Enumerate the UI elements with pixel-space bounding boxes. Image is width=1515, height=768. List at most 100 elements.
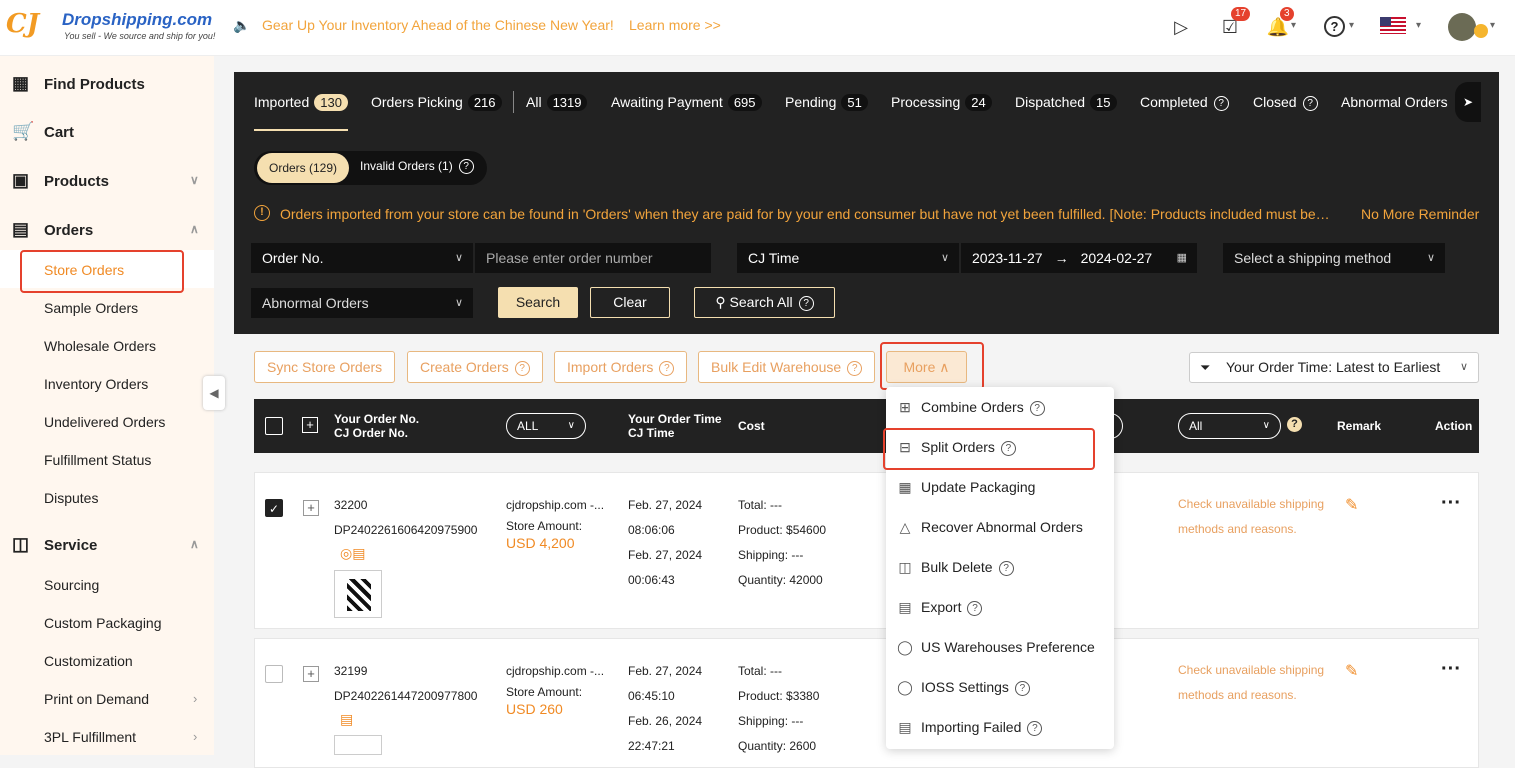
help-icon[interactable]: ? xyxy=(1303,96,1318,111)
search-button[interactable]: Search xyxy=(498,287,578,318)
tab-awaiting-payment[interactable]: Awaiting Payment695 xyxy=(611,94,762,110)
cj-order-no[interactable]: DP2402261606420975900 xyxy=(334,523,477,537)
sidebar-find-products[interactable]: ▦Find Products xyxy=(0,65,214,105)
sidebar-item-fulfillment-status[interactable]: Fulfillment Status xyxy=(44,452,151,468)
expand-row-button[interactable]: + xyxy=(303,666,319,682)
select-all-checkbox[interactable] xyxy=(265,417,283,435)
menu-item-export[interactable]: ▤Export? xyxy=(896,599,982,616)
menu-item-us-warehouses-preference[interactable]: ◯US Warehouses Preference xyxy=(896,639,1095,656)
announcement-text[interactable]: Gear Up Your Inventory Ahead of the Chin… xyxy=(262,17,614,33)
product-thumbnail[interactable] xyxy=(334,735,382,755)
tab-completed[interactable]: Completed? xyxy=(1140,94,1229,111)
search-all-button[interactable]: ⚲ Search All? xyxy=(694,287,835,318)
check-shipping-link[interactable]: Check unavailable shippingmethods and re… xyxy=(1178,658,1324,708)
help-icon[interactable]: ? xyxy=(1214,96,1229,111)
help-icon[interactable]: ? xyxy=(1027,721,1042,736)
help-icon[interactable]: ? xyxy=(1324,16,1345,37)
sidebar-item-print-on-demand[interactable]: Print on Demand xyxy=(44,691,149,707)
language-chevron-icon[interactable]: ▾ xyxy=(1416,20,1421,31)
create-orders-button[interactable]: Create Orders? xyxy=(407,351,543,383)
us-flag-icon[interactable] xyxy=(1380,17,1406,34)
menu-item-combine-orders[interactable]: ⊞Combine Orders? xyxy=(896,399,1045,416)
edit-remark-icon[interactable]: ✎ xyxy=(1345,495,1358,515)
brand-logo-mark[interactable]: CJ xyxy=(6,9,39,39)
tab-closed[interactable]: Closed? xyxy=(1253,94,1318,111)
tab-processing[interactable]: Processing24 xyxy=(891,94,992,110)
expand-row-button[interactable]: + xyxy=(303,500,319,516)
more-actions-icon[interactable]: ··· xyxy=(1441,658,1461,681)
help-icon[interactable]: ? xyxy=(459,159,474,174)
import-orders-button[interactable]: Import Orders? xyxy=(554,351,687,383)
store-filter-select[interactable]: ALL∨ xyxy=(506,413,586,439)
sidebar-item-disputes[interactable]: Disputes xyxy=(44,490,98,506)
help-icon[interactable]: ? xyxy=(1015,681,1030,696)
help-icon[interactable]: ? xyxy=(847,361,862,376)
sync-store-orders-button[interactable]: Sync Store Orders xyxy=(254,351,395,383)
subtab-orders[interactable]: Orders (129) xyxy=(257,153,349,183)
sidebar-item-inventory-orders[interactable]: Inventory Orders xyxy=(44,376,148,392)
cj-order-no[interactable]: DP2402261447200977800 xyxy=(334,689,477,703)
tab-dispatched[interactable]: Dispatched15 xyxy=(1015,94,1117,110)
help-icon[interactable]: ? xyxy=(967,601,982,616)
sidebar-service[interactable]: ◫Service∧ xyxy=(0,526,214,566)
row-checkbox[interactable] xyxy=(265,665,283,683)
sidebar-item-sourcing[interactable]: Sourcing xyxy=(44,577,99,593)
check-shipping-link[interactable]: Check unavailable shippingmethods and re… xyxy=(1178,492,1324,542)
tab-all[interactable]: All1319 xyxy=(526,94,587,110)
menu-item-ioss-settings[interactable]: ◯IOSS Settings? xyxy=(896,679,1030,696)
help-icon[interactable]: ? xyxy=(799,296,814,311)
tab-imported[interactable]: Imported130 xyxy=(254,94,348,110)
tabs-scroll-right-icon[interactable]: ➤ xyxy=(1455,82,1481,122)
sort-select[interactable]: ⏷Your Order Time: Latest to Earliest∨ xyxy=(1189,352,1479,383)
tab-orders-picking[interactable]: Orders Picking216 xyxy=(371,94,502,110)
order-type-select[interactable]: Order No.∨ xyxy=(251,243,473,273)
store-name[interactable]: cjdropship.com -... xyxy=(506,664,604,678)
abnormal-status-select[interactable]: Abnormal Orders∨ xyxy=(251,288,473,318)
menu-item-update-packaging[interactable]: ▦Update Packaging xyxy=(896,479,1035,496)
store-name[interactable]: cjdropship.com -... xyxy=(506,498,604,512)
order-no[interactable]: 32199 xyxy=(334,664,367,678)
row-checkbox[interactable]: ✓ xyxy=(265,499,283,517)
tab-abnormal-orders[interactable]: Abnormal Orders xyxy=(1341,94,1448,110)
no-more-reminder-link[interactable]: No More Reminder xyxy=(1361,206,1479,222)
bulk-edit-warehouse-button[interactable]: Bulk Edit Warehouse? xyxy=(698,351,875,383)
sidebar-item-customization[interactable]: Customization xyxy=(44,653,133,669)
sidebar-collapse-button[interactable]: ◀ xyxy=(203,376,225,410)
help-icon[interactable]: ? xyxy=(1287,417,1302,432)
sidebar-item-custom-packaging[interactable]: Custom Packaging xyxy=(44,615,162,631)
avatar-chevron-icon[interactable]: ▾ xyxy=(1490,20,1495,31)
sidebar-item-sample-orders[interactable]: Sample Orders xyxy=(44,300,138,316)
video-icon[interactable]: ▷ xyxy=(1169,15,1193,39)
product-thumbnail[interactable] xyxy=(334,570,382,618)
order-no[interactable]: 32200 xyxy=(334,498,367,512)
menu-item-recover-abnormal-orders[interactable]: △Recover Abnormal Orders xyxy=(896,519,1083,536)
edit-remark-icon[interactable]: ✎ xyxy=(1345,661,1358,681)
sidebar-item-3pl-fulfillment[interactable]: 3PL Fulfillment xyxy=(44,729,136,745)
menu-item-importing-failed[interactable]: ▤Importing Failed? xyxy=(896,719,1042,736)
clear-button[interactable]: Clear xyxy=(590,287,670,318)
help-chevron-icon[interactable]: ▾ xyxy=(1349,20,1354,31)
expand-all-button[interactable]: + xyxy=(302,417,318,433)
sidebar-cart[interactable]: 🛒Cart xyxy=(0,113,214,153)
help-icon[interactable]: ? xyxy=(515,361,530,376)
brand-name[interactable]: Dropshipping.com xyxy=(62,10,212,30)
shipping-method-select[interactable]: Select a shipping method∨ xyxy=(1223,243,1445,273)
avatar[interactable] xyxy=(1448,13,1476,41)
sidebar-orders[interactable]: ▤Orders∧ xyxy=(0,211,214,251)
sidebar-item-wholesale-orders[interactable]: Wholesale Orders xyxy=(44,338,156,354)
bell-dropdown-chevron-icon[interactable]: ▾ xyxy=(1291,20,1296,31)
date-range-picker[interactable]: 2023-11-27→2024-02-27▦ xyxy=(961,243,1197,273)
help-icon[interactable]: ? xyxy=(999,561,1014,576)
more-actions-icon[interactable]: ··· xyxy=(1441,492,1461,515)
tab-pending[interactable]: Pending51 xyxy=(785,94,868,110)
help-icon[interactable]: ? xyxy=(1030,401,1045,416)
order-number-input[interactable]: Please enter order number xyxy=(475,243,711,273)
sidebar-item-undelivered-orders[interactable]: Undelivered Orders xyxy=(44,414,165,430)
help-icon[interactable]: ? xyxy=(659,361,674,376)
learn-more-link[interactable]: Learn more >> xyxy=(629,17,721,33)
subtab-invalid-orders[interactable]: Invalid Orders (1)? xyxy=(360,159,474,174)
time-type-select[interactable]: CJ Time∨ xyxy=(737,243,959,273)
sidebar-products[interactable]: ▣Products∨ xyxy=(0,162,214,202)
status-filter-select[interactable]: All∨ xyxy=(1178,413,1281,439)
menu-item-bulk-delete[interactable]: ◫Bulk Delete? xyxy=(896,559,1014,576)
